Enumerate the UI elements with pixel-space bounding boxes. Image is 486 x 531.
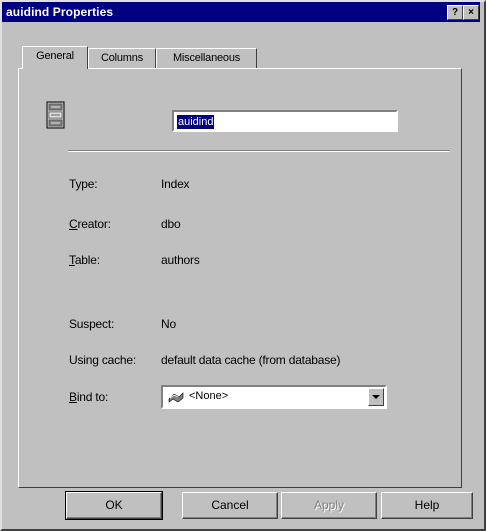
ok-button[interactable]: OK bbox=[65, 491, 163, 520]
title-bar[interactable]: auidind Properties ? × bbox=[2, 2, 480, 22]
dialog-title: auidind Properties bbox=[6, 5, 114, 19]
help-icon[interactable]: ? bbox=[447, 5, 463, 20]
tab-general[interactable]: General bbox=[22, 46, 88, 69]
cancel-button[interactable]: Cancel bbox=[182, 492, 278, 519]
tab-columns[interactable]: Columns bbox=[88, 48, 156, 68]
apply-button[interactable]: Apply bbox=[281, 492, 377, 519]
close-icon[interactable]: × bbox=[463, 5, 479, 20]
general-tab-panel bbox=[18, 68, 462, 488]
tab-miscellaneous[interactable]: Miscellaneous bbox=[156, 48, 257, 68]
help-button[interactable]: Help bbox=[381, 492, 473, 519]
